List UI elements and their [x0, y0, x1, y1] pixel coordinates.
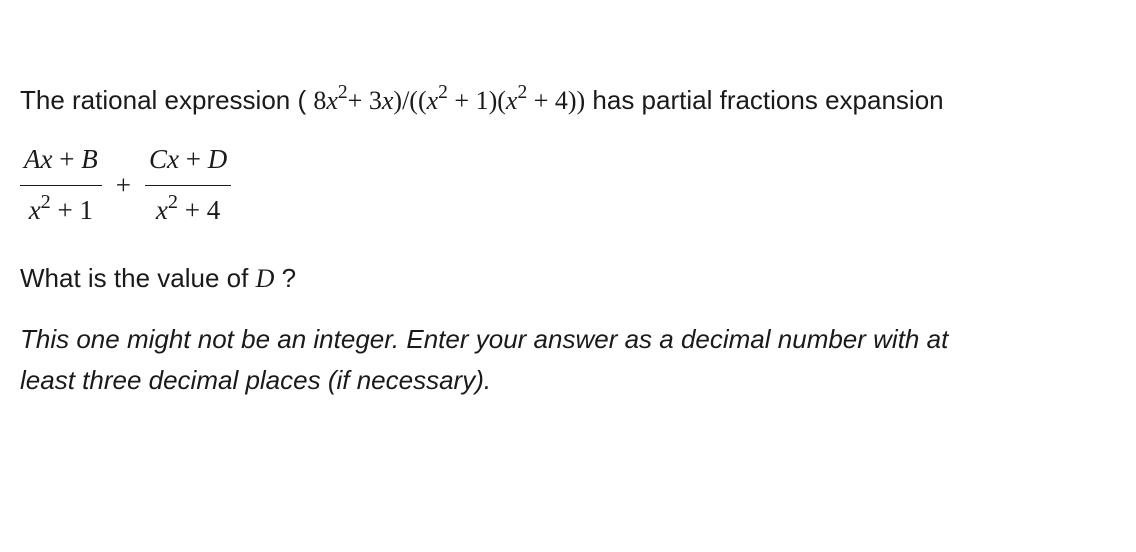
num-pow-2a: 2 [338, 82, 348, 103]
num-coef-3: 3 [369, 86, 382, 115]
num-coef-8: 8 [313, 86, 326, 115]
hint-line-1: This one might not be an integer. Enter … [20, 319, 1116, 359]
hint-line-2: least three decimal places (if necessary… [20, 360, 1116, 400]
den-mid2: + 4)) [527, 86, 585, 115]
f2-den-x: x [156, 195, 168, 225]
num-plus: + [348, 86, 369, 115]
term-B: B [81, 144, 98, 174]
num-close-paren: ) [393, 86, 402, 115]
question-line: What is the value of D ? [20, 258, 1116, 299]
fraction-2-numerator: Cx + D [145, 139, 231, 181]
intro-text-post: has partial fractions expansion [585, 85, 943, 115]
term-plus-1: + [52, 144, 81, 174]
intro-paragraph: The rational expression ( 8x2+ 3x)/((x2 … [20, 80, 1116, 121]
fraction-1-numerator: Ax + B [20, 139, 102, 181]
fraction-1-bar [20, 185, 102, 186]
hint-paragraph: This one might not be an integer. Enter … [20, 319, 1116, 400]
partial-fraction-expansion: Ax + B x2 + 1 + Cx + D x2 + 4 [20, 139, 1116, 232]
question-pre: What is the value of [20, 263, 256, 293]
f2-den-rest: + 4 [178, 195, 220, 225]
fraction-1: Ax + B x2 + 1 [20, 139, 102, 232]
term-Ax: Ax [24, 144, 52, 174]
f2-den-pow: 2 [168, 191, 178, 213]
den-pow-2b: 2 [517, 82, 527, 103]
term-D: D [208, 144, 228, 174]
question-post: ? [274, 263, 296, 293]
fraction-2: Cx + D x2 + 4 [145, 139, 231, 232]
den-pow-2a: 2 [438, 82, 448, 103]
f1-den-x: x [29, 195, 41, 225]
f1-den-rest: + 1 [51, 195, 93, 225]
plus-between-fractions: + [112, 165, 135, 207]
rational-expression: 8x2+ 3x)/((x2 + 1)(x2 + 4)) [313, 86, 585, 115]
fraction-2-bar [145, 185, 231, 186]
fraction-1-denominator: x2 + 1 [25, 190, 97, 232]
question-var-D: D [256, 264, 275, 293]
intro-text-pre: The rational expression ( [20, 85, 313, 115]
term-plus-2: + [179, 144, 208, 174]
num-var-x1: x [326, 86, 338, 115]
den-var-x2: x [506, 86, 518, 115]
den-open: (( [409, 86, 426, 115]
num-var-x2: x [382, 86, 394, 115]
problem-body: The rational expression ( 8x2+ 3x)/((x2 … [0, 0, 1136, 438]
den-var-x1: x [427, 86, 439, 115]
fraction-2-denominator: x2 + 4 [152, 190, 224, 232]
den-mid1: + 1)( [448, 86, 506, 115]
f1-den-pow: 2 [41, 191, 51, 213]
term-Cx: Cx [149, 144, 179, 174]
